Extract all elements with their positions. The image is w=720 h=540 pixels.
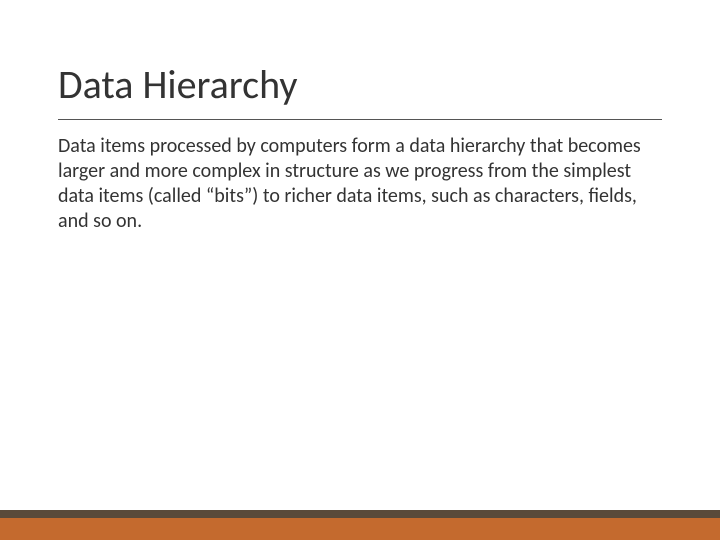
slide-container: Data Hierarchy Data items processed by c… bbox=[0, 0, 720, 540]
footer-accent-bottom bbox=[0, 518, 720, 540]
slide-title: Data Hierarchy bbox=[58, 60, 662, 120]
footer-band bbox=[0, 510, 720, 540]
slide-body-text: Data items processed by computers form a… bbox=[58, 134, 648, 234]
footer-accent-top bbox=[0, 510, 720, 518]
